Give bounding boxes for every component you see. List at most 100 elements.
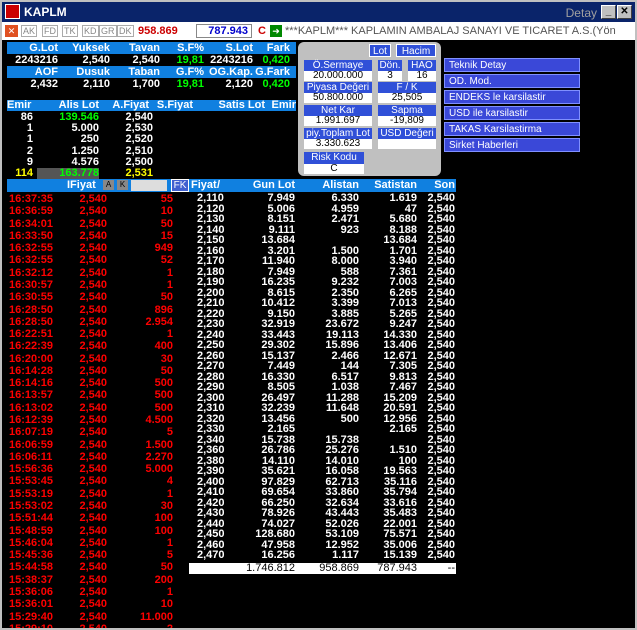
depth-cell: 35.483 xyxy=(383,507,417,519)
trade-time: 15:45:36 xyxy=(9,549,54,562)
trade-time: 16:22:51 xyxy=(9,328,54,341)
depth-cell: 35.621 xyxy=(261,465,295,477)
depth-cell: 2,540 xyxy=(427,381,455,393)
lot-button[interactable]: Lot xyxy=(369,44,391,57)
trade-price: 2,540 xyxy=(79,585,107,598)
detail-label[interactable]: Detay xyxy=(566,6,597,20)
trade-row: 16:06:11 2,540 2.270 xyxy=(7,451,189,463)
trade-lot: 1 xyxy=(166,278,173,291)
close-symbol-icon[interactable]: ✕ xyxy=(5,25,18,37)
tab-ak[interactable]: AK xyxy=(21,25,38,37)
depth-cell: 2,460 xyxy=(197,538,225,551)
fk-button[interactable]: FK xyxy=(171,179,189,192)
depth-cell: 2,300 xyxy=(197,391,225,404)
title-bar[interactable]: KAPLM Detay _ ✕ xyxy=(2,2,635,22)
depth-cell: 7.305 xyxy=(389,360,417,372)
trade-time: 16:06:11 xyxy=(9,450,53,463)
depth-header-cell: Alistan xyxy=(322,179,359,191)
right-button-3[interactable]: USD ile karsilastir xyxy=(444,106,580,120)
depth-cell: 2.466 xyxy=(331,349,359,362)
depth-cell: 2,290 xyxy=(197,381,225,393)
trade-row: 15:29:40 2,540 11.000 xyxy=(7,611,189,623)
minimize-button[interactable]: _ xyxy=(601,5,616,19)
depth-cell: 9.813 xyxy=(389,370,417,383)
right-button-5[interactable]: Sirket Haberleri xyxy=(444,138,580,152)
depth-cell: 100 xyxy=(398,454,417,467)
trade-price: 2,540 xyxy=(79,278,107,291)
trade-price: 2,540 xyxy=(79,475,107,488)
depth-cell: 9.111 xyxy=(268,223,295,236)
trade-price: 2,540 xyxy=(79,622,107,630)
toolbar: ✕ AK FD TK KD GR DK 958.869 787.943 C ➜ … xyxy=(2,22,635,40)
depth-cell: 8.000 xyxy=(331,255,359,267)
depth-cell: 97.829 xyxy=(261,475,295,488)
trade-time: 16:07:19 xyxy=(9,426,54,439)
trade-lot: 50 xyxy=(160,217,173,230)
depth-cell: 2,160 xyxy=(197,244,225,257)
depth-cell: 32.919 xyxy=(261,318,295,330)
tab-dk[interactable]: DK xyxy=(117,25,134,37)
go-arrow-icon[interactable]: ➜ xyxy=(270,25,282,37)
right-button-1[interactable]: OD. Mod. xyxy=(444,74,580,88)
depth-row: 2,310 32.239 11.648 20.591 2,540 xyxy=(189,403,456,414)
depth-cell: 16.330 xyxy=(261,370,295,383)
depth-cell: 25.276 xyxy=(325,444,359,456)
trade-price: 2,540 xyxy=(79,389,107,402)
order-book-cell: 250 xyxy=(80,133,99,146)
trade-time: 16:22:39 xyxy=(9,340,54,353)
depth-cell: 2,540 xyxy=(427,360,455,372)
depth-cell: 2,540 xyxy=(427,339,455,351)
depth-cell: 2,540 xyxy=(427,433,455,446)
summary1-header: Tavan xyxy=(129,42,160,54)
trade-row: 16:30:57 2,540 1 xyxy=(7,279,189,291)
trade-row: 16:22:39 2,540 400 xyxy=(7,340,189,352)
depth-cell: 33.616 xyxy=(383,496,417,509)
trade-row: 16:28:50 2,540 2.954 xyxy=(7,316,189,328)
depth-cell: 7.949 xyxy=(267,192,295,204)
c-label[interactable]: C xyxy=(258,25,266,37)
depth-cell: 2,540 xyxy=(427,465,455,477)
depth-cell: 2,250 xyxy=(197,339,225,351)
right-button-2[interactable]: ENDEKS le karsilastir xyxy=(444,90,580,104)
sort-icon[interactable]: / xyxy=(217,179,220,192)
summary1-value: 19,81 xyxy=(176,54,204,66)
filter-input[interactable] xyxy=(131,180,167,191)
trade-time: 15:29:10 xyxy=(9,622,54,630)
right-button-0[interactable]: Teknik Detay xyxy=(444,58,580,72)
depth-total-cell: 787.943 xyxy=(377,561,417,574)
trade-lot: 500 xyxy=(154,377,173,390)
trade-row: 15:48:59 2,540 100 xyxy=(7,525,189,537)
trade-price: 2,540 xyxy=(79,573,107,586)
hacim-button[interactable]: Hacim xyxy=(396,44,436,57)
tab-gr[interactable]: GR xyxy=(99,25,117,37)
trade-row: 16:14:16 2,540 500 xyxy=(7,377,189,389)
trade-lot: 11.000 xyxy=(139,610,173,623)
tab-tk[interactable]: TK xyxy=(62,25,78,37)
depth-cell: 7.949 xyxy=(267,265,295,278)
depth-row: 2,360 26.786 25.276 1.510 2,540 xyxy=(189,445,456,456)
depth-cell: 2,120 xyxy=(197,202,225,215)
trade-lot: 30 xyxy=(160,352,173,365)
right-button-4[interactable]: TAKAS Karsilastirma xyxy=(444,122,580,136)
order-book-header-cell: Emir xyxy=(7,99,32,111)
order-book-cell: 1 xyxy=(26,133,33,146)
trade-time: 15:53:19 xyxy=(9,487,54,500)
a-sort-button[interactable]: A xyxy=(103,180,114,190)
order-book-cell: 114 xyxy=(15,167,33,179)
close-button[interactable]: ✕ xyxy=(617,5,632,19)
depth-cell: 35.116 xyxy=(383,475,417,488)
summary2-header: OG.Kap. xyxy=(208,66,253,78)
tab-kd[interactable]: KD xyxy=(82,25,99,37)
tab-fd[interactable]: FD xyxy=(42,25,58,37)
depth-cell: 7.449 xyxy=(267,360,295,372)
trade-row: 16:34:01 2,540 50 xyxy=(7,218,189,230)
depth-cell: 2,400 xyxy=(197,475,225,488)
trade-price: 2,540 xyxy=(79,340,107,353)
depth-cell: 43.443 xyxy=(325,507,359,519)
trade-price: 2,540 xyxy=(79,377,107,390)
depth-cell: 2,540 xyxy=(427,507,455,519)
k-sort-button[interactable]: K xyxy=(117,180,128,190)
depth-cell: 14.010 xyxy=(325,454,359,467)
trade-price: 2,540 xyxy=(79,549,107,562)
order-book-header-cell: S.Fiyat xyxy=(156,99,193,111)
